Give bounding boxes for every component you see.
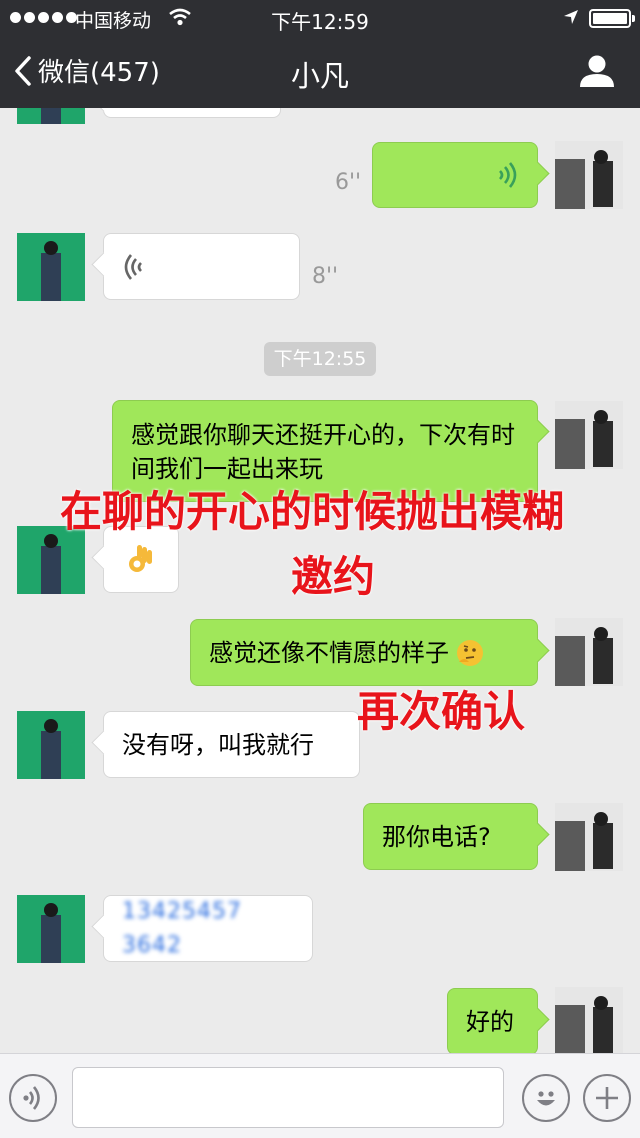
voice-wave-icon [499,162,517,188]
annotation-line-1: 在聊的开心的时候抛出模糊 [60,487,565,536]
avatar-self[interactable] [555,803,623,871]
ok-hand-emoji-icon [129,544,152,572]
message-text: 感觉还像不情愿的样子 [209,638,449,667]
smiley-icon [537,1091,555,1106]
voice-wave-icon [124,253,142,280]
avatar-self[interactable] [555,618,623,686]
annotation-line-3: 再次确认 [357,687,526,736]
blurred-phone-number[interactable]: 13425457 3642 [122,895,294,963]
status-time: 下午12:59 [271,10,369,34]
person-icon [580,55,614,87]
avatar-contact[interactable] [17,108,85,124]
chat-title: 小凡 [290,59,349,93]
message-bubble-incoming[interactable] [103,108,281,118]
plus-icon [596,1087,618,1109]
location-arrow-icon [564,10,578,24]
message-bubble-outgoing[interactable]: 好的 [447,988,538,1053]
avatar-self[interactable] [555,987,623,1053]
message-bubble-incoming[interactable]: 没有呀，叫我就行 [103,711,360,778]
battery-icon [589,9,635,28]
voice-input-button[interactable] [9,1074,57,1122]
add-button[interactable] [583,1074,631,1122]
message-text: 好的 [466,1007,514,1036]
voice-message-outgoing[interactable] [372,142,538,208]
message-text: 那你电话? [382,822,491,851]
annotation-line-2: 邀约 [291,552,376,601]
message-text: 没有呀，叫我就行 [122,730,314,759]
message-bubble-outgoing[interactable]: 那你电话? [363,803,538,870]
avatar-contact[interactable] [17,711,85,779]
message-text: 感觉跟你聊天还挺开心的，下次有时间我们一起出来玩 [131,421,515,483]
avatar-contact[interactable] [17,233,85,301]
status-bar: 中国移动 下午12:59 [0,0,640,36]
message-bubble-incoming[interactable]: 13425457 3642 [103,895,313,962]
chat-area[interactable]: 6'' 8'' 下午12:55 感觉跟你聊天还挺开心的，下次有时间我们一起出来玩 [0,108,640,1053]
avatar-contact[interactable] [17,895,85,963]
avatar-self[interactable] [555,401,623,469]
input-bar [0,1053,640,1138]
voice-duration: 8'' [312,264,339,289]
voice-duration: 6'' [335,170,362,195]
message-input[interactable] [72,1067,504,1128]
message-bubble-outgoing[interactable]: 感觉还像不情愿的样子 [190,619,538,686]
emoji-button[interactable] [522,1074,570,1122]
profile-button[interactable] [578,54,616,92]
top-bar: 中国移动 下午12:59 微信(457) 小凡 [0,0,640,108]
avatar-self[interactable] [555,141,623,209]
thinking-face-emoji-icon [457,639,483,666]
time-divider: 下午12:55 [264,342,376,376]
voice-wave-icon [23,1086,40,1110]
voice-message-incoming[interactable] [103,233,300,300]
